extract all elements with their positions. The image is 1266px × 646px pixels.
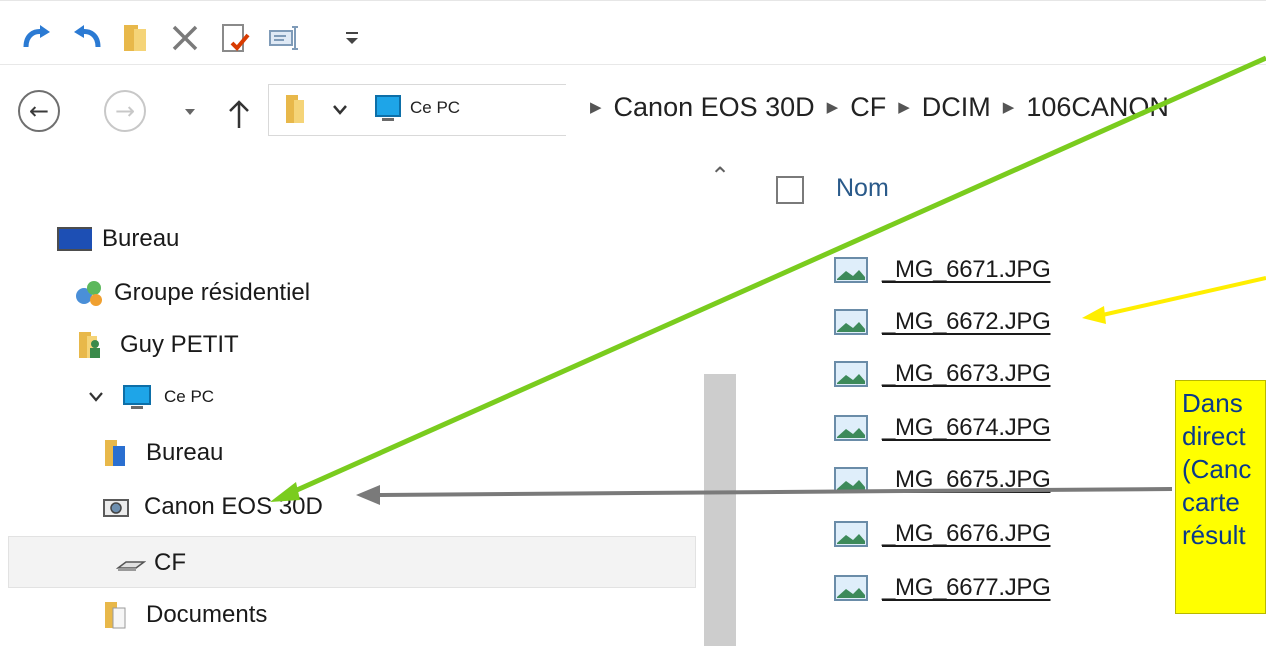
rename-icon[interactable]	[266, 21, 300, 55]
callout-line: Dans	[1182, 388, 1243, 418]
homegroup-icon	[76, 281, 102, 306]
image-file-icon	[834, 257, 868, 283]
scrollbar-thumb[interactable]	[704, 374, 736, 646]
list-item[interactable]: _MG_6677.JPG	[834, 568, 1051, 608]
tree-item-groupe-residentiel[interactable]: Groupe résidentiel	[72, 268, 310, 318]
folder-icon	[286, 95, 304, 123]
tree-item-bureau[interactable]: Bureau	[52, 214, 179, 264]
tree-item-label: Bureau	[102, 225, 180, 252]
nav-pane-scrollbar[interactable]: ⌃	[702, 158, 738, 646]
properties-icon[interactable]	[218, 21, 252, 55]
tree-item-canon-eos-30d[interactable]: Canon EOS 30D	[100, 482, 323, 532]
chevron-down-icon[interactable]	[332, 104, 348, 116]
tree-item-label: Documents	[146, 601, 268, 628]
breadcrumb-separator-icon[interactable]: ▶	[1003, 98, 1015, 116]
breadcrumb-item[interactable]: CF	[850, 92, 886, 123]
tree-item-documents[interactable]: Documents	[100, 590, 267, 640]
delete-icon[interactable]	[168, 21, 202, 55]
image-file-icon	[834, 467, 868, 493]
breadcrumb-item[interactable]: Canon EOS 30D	[614, 92, 815, 123]
quick-access-toolbar	[0, 0, 1266, 65]
tree-item-guy-petit[interactable]: Guy PETIT	[74, 320, 239, 370]
desktop-icon	[57, 227, 92, 251]
forward-icon: →	[114, 97, 136, 125]
image-file-icon	[834, 361, 868, 387]
file-name: _MG_6673.JPG	[882, 360, 1051, 387]
image-file-icon	[834, 415, 868, 441]
breadcrumb-separator-icon[interactable]: ▶	[898, 98, 910, 116]
undo-icon[interactable]	[70, 21, 104, 55]
forward-button[interactable]: →	[104, 90, 146, 132]
file-name: _MG_6677.JPG	[882, 574, 1051, 601]
breadcrumb-item[interactable]: 106CANON	[1026, 92, 1169, 123]
customize-dropdown-icon[interactable]	[336, 21, 370, 55]
breadcrumb: ▶ Canon EOS 30D ▶ CF ▶ DCIM ▶ 106CANON	[578, 92, 1169, 123]
file-name: _MG_6675.JPG	[882, 466, 1051, 493]
tree-item-label: Ce PC	[164, 387, 215, 406]
tree-item-label: Groupe résidentiel	[114, 279, 311, 306]
file-name: _MG_6674.JPG	[882, 414, 1051, 441]
tree-item-label: Bureau	[146, 439, 224, 466]
recent-locations-icon[interactable]	[180, 104, 200, 120]
tree-item-label: CF	[154, 549, 186, 576]
up-icon[interactable]	[224, 96, 254, 132]
drive-icon	[116, 561, 146, 571]
camera-icon	[103, 499, 129, 517]
address-root-label[interactable]: Ce PC	[410, 98, 460, 118]
image-file-icon	[834, 521, 868, 547]
selected-row-highlight	[8, 536, 696, 588]
breadcrumb-item[interactable]: DCIM	[922, 92, 991, 123]
tree-item-label: Canon EOS 30D	[144, 493, 323, 520]
redo-icon[interactable]	[20, 21, 54, 55]
tree-item-bureau-folder[interactable]: Bureau	[100, 428, 223, 478]
back-icon: ←	[28, 97, 50, 125]
file-name: _MG_6671.JPG	[882, 256, 1051, 283]
computer-icon	[375, 95, 401, 121]
toolbar-divider	[0, 64, 1266, 65]
tree-item-label: Guy PETIT	[120, 331, 239, 358]
back-button[interactable]: ←	[18, 90, 60, 132]
chevron-down-icon[interactable]	[88, 390, 104, 404]
image-file-icon	[834, 309, 868, 335]
callout-line: direct	[1182, 421, 1246, 451]
list-item[interactable]: _MG_6676.JPG	[834, 514, 1051, 554]
list-item[interactable]: _MG_6674.JPG	[834, 408, 1051, 448]
list-item[interactable]: _MG_6673.JPG	[834, 354, 1051, 394]
computer-icon	[123, 385, 151, 409]
folder-icon[interactable]	[118, 21, 152, 55]
breadcrumb-separator-icon[interactable]: ▶	[590, 98, 602, 116]
file-name: _MG_6676.JPG	[882, 520, 1051, 547]
user-folder-icon	[79, 332, 100, 358]
callout-line: (Canc	[1182, 454, 1252, 484]
scroll-up-icon[interactable]: ⌃	[702, 158, 738, 192]
tree-item-ce-pc[interactable]: Ce PC	[122, 372, 214, 422]
list-item[interactable]: _MG_6672.JPG	[834, 302, 1051, 342]
select-all-checkbox[interactable]	[776, 176, 804, 204]
callout-line: carte	[1182, 487, 1240, 517]
tree-item-cf[interactable]: CF	[116, 538, 186, 588]
breadcrumb-separator-icon[interactable]: ▶	[827, 98, 839, 116]
address-bar[interactable]: Ce PC ▶ Canon EOS 30D ▶ CF ▶ DCIM ▶ 106C…	[268, 84, 1266, 136]
list-item[interactable]: _MG_6671.JPG	[834, 250, 1051, 290]
list-item[interactable]: _MG_6675.JPG	[834, 460, 1051, 500]
desktop-folder-icon	[105, 440, 125, 466]
image-file-icon	[834, 575, 868, 601]
file-name: _MG_6672.JPG	[882, 308, 1051, 335]
column-header-name[interactable]: Nom	[836, 174, 889, 203]
callout-line: résult	[1182, 520, 1246, 550]
documents-icon	[105, 602, 126, 629]
annotation-callout: Dans direct (Canc carte résult	[1175, 380, 1266, 614]
